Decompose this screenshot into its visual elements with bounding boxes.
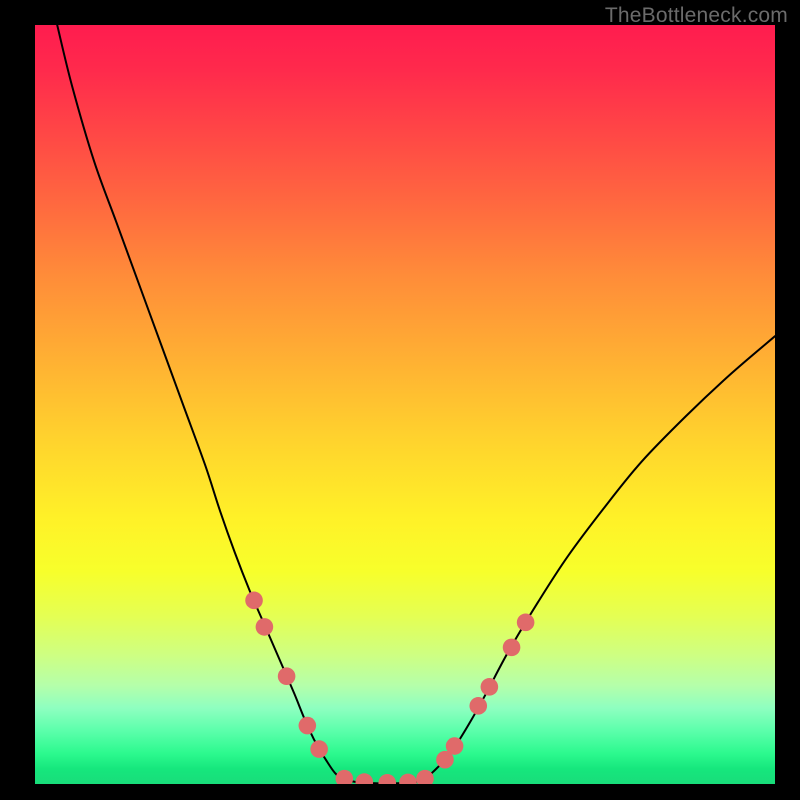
curve-overlay (35, 25, 775, 784)
data-marker (481, 678, 499, 696)
data-marker (336, 770, 354, 784)
data-marker (356, 773, 374, 784)
bottleneck-curve (57, 25, 775, 783)
plot-area (35, 25, 775, 784)
data-marker (469, 697, 487, 715)
data-marker (245, 592, 263, 610)
data-marker (256, 618, 274, 636)
data-marker (299, 717, 317, 735)
data-marker (446, 737, 464, 755)
data-marker (416, 770, 434, 784)
data-marker (517, 614, 535, 632)
chart-frame: TheBottleneck.com (0, 0, 800, 800)
data-marker (278, 667, 296, 685)
data-marker (310, 740, 328, 758)
data-marker (378, 774, 396, 784)
watermark-text: TheBottleneck.com (605, 4, 788, 28)
data-marker (503, 639, 521, 657)
data-marker (399, 774, 417, 784)
